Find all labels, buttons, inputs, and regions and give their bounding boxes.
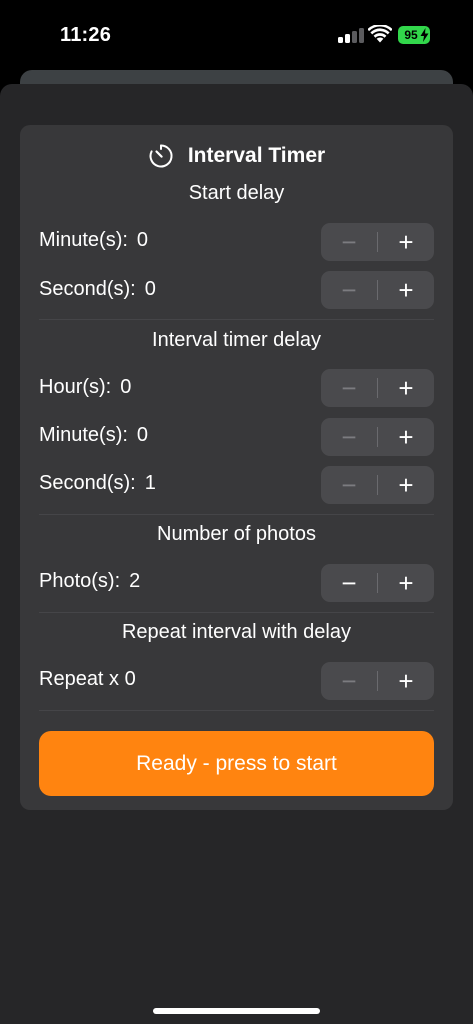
section-heading-repeat: Repeat interval with delay: [121, 621, 351, 643]
interval-seconds-label: Second(s):: [39, 472, 136, 494]
interval-minutes-row: Minute(s): 0: [39, 424, 148, 452]
interval-minutes-increment-button[interactable]: +: [378, 418, 434, 456]
battery-indicator: 95: [398, 26, 430, 44]
minus-icon: −: [341, 666, 357, 696]
section-divider: [39, 612, 434, 613]
minus-icon: −: [341, 422, 357, 452]
start-delay-minutes-row: Minute(s): 0: [39, 229, 148, 257]
start-delay-minutes-value: 0: [136, 229, 149, 251]
photos-count-stepper: − +: [321, 564, 434, 602]
interval-minutes-value: 0: [136, 424, 149, 446]
home-indicator[interactable]: [153, 1008, 320, 1014]
photos-count-row: Photo(s): 2: [39, 570, 140, 598]
start-delay-seconds-stepper: − +: [321, 271, 434, 309]
interval-hours-value: 0: [120, 376, 132, 398]
section-heading-photos: Number of photos: [157, 523, 316, 545]
interval-hours-decrement-button[interactable]: −: [321, 369, 377, 407]
interval-minutes-stepper: − +: [321, 418, 434, 456]
card-title: Interval Timer: [187, 144, 326, 167]
plus-icon: +: [398, 373, 414, 403]
battery-level: 95: [404, 28, 418, 42]
photos-count-decrement-button[interactable]: −: [321, 564, 377, 602]
start-delay-seconds-value: 0: [144, 278, 156, 300]
interval-hours-stepper: − +: [321, 369, 434, 407]
plus-icon: +: [398, 227, 414, 257]
section-divider: [39, 319, 434, 320]
section-heading-start-delay: Start delay: [188, 182, 285, 204]
repeat-count-increment-button[interactable]: +: [378, 662, 434, 700]
minus-icon: −: [341, 373, 357, 403]
interval-minutes-label: Minute(s):: [39, 424, 128, 446]
start-delay-seconds-label: Second(s):: [39, 278, 136, 300]
repeat-count-stepper: − +: [321, 662, 434, 700]
section-divider: [39, 710, 434, 711]
section-heading-interval-delay: Interval timer delay: [152, 329, 321, 351]
interval-hours-row: Hour(s): 0: [39, 376, 131, 404]
section-divider: [39, 514, 434, 515]
start-delay-seconds-increment-button[interactable]: +: [378, 271, 434, 309]
wifi-icon: [368, 25, 392, 43]
start-delay-minutes-stepper: − +: [321, 223, 434, 261]
interval-seconds-row: Second(s): 1: [39, 472, 156, 500]
interval-hours-increment-button[interactable]: +: [378, 369, 434, 407]
plus-icon: +: [398, 422, 414, 452]
photos-count-value: 2: [129, 570, 141, 592]
cellular-signal-icon: [338, 27, 364, 43]
repeat-count-decrement-button[interactable]: −: [321, 662, 377, 700]
repeat-count-row: Repeat x 0: [39, 668, 136, 696]
start-delay-seconds-row: Second(s): 0: [39, 278, 156, 306]
status-time: 11:26: [60, 24, 112, 46]
status-bar: 11:26 95: [0, 0, 473, 70]
plus-icon: +: [398, 275, 414, 305]
plus-icon: +: [398, 666, 414, 696]
minus-icon: −: [341, 470, 357, 500]
photos-count-label: Photo(s):: [39, 570, 121, 592]
plus-icon: +: [398, 568, 414, 598]
interval-seconds-increment-button[interactable]: +: [378, 466, 434, 504]
plus-icon: +: [398, 470, 414, 500]
start-button[interactable]: Ready - press to start: [39, 731, 434, 796]
interval-hours-label: Hour(s):: [39, 376, 112, 398]
card-header: Interval Timer: [20, 141, 453, 171]
minus-icon: −: [341, 568, 357, 598]
interval-seconds-decrement-button[interactable]: −: [321, 466, 377, 504]
start-delay-minutes-label: Minute(s):: [39, 229, 128, 251]
app-screen: 11:26 95 Interval Timer Start delay Minu…: [0, 0, 473, 1024]
interval-seconds-stepper: − +: [321, 466, 434, 504]
timer-icon: [149, 144, 173, 168]
start-delay-minutes-decrement-button[interactable]: −: [321, 223, 377, 261]
minus-icon: −: [341, 227, 357, 257]
charging-bolt-icon: [420, 28, 429, 42]
minus-icon: −: [341, 275, 357, 305]
repeat-count-label: Repeat x 0: [39, 668, 136, 690]
start-delay-minutes-increment-button[interactable]: +: [378, 223, 434, 261]
start-delay-seconds-decrement-button[interactable]: −: [321, 271, 377, 309]
interval-seconds-value: 1: [144, 472, 156, 494]
interval-minutes-decrement-button[interactable]: −: [321, 418, 377, 456]
photos-count-increment-button[interactable]: +: [378, 564, 434, 602]
